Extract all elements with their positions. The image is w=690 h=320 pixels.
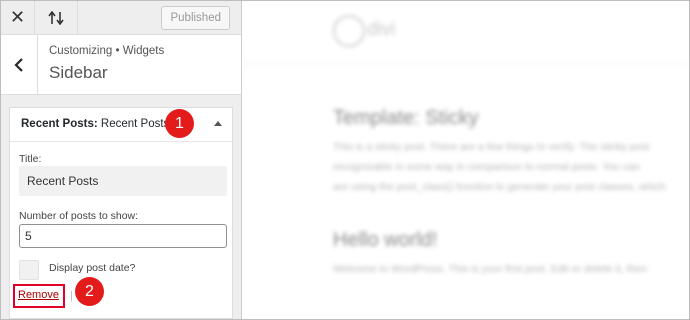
section-title: Sidebar <box>49 63 108 82</box>
close-button[interactable]: ✕ <box>1 1 35 34</box>
breadcrumb: Customizing • Widgets <box>49 45 165 57</box>
title-label: Title: <box>19 153 42 165</box>
site-preview[interactable]: divi Template: Sticky This is a sticky p… <box>243 1 689 319</box>
chevron-left-icon <box>14 57 23 72</box>
reorder-button[interactable] <box>34 1 78 34</box>
remove-highlight-box <box>13 284 65 308</box>
widget-header[interactable]: Recent Posts: Recent Posts <box>10 108 232 142</box>
preview-content: divi Template: Sticky This is a sticky p… <box>243 1 689 319</box>
post-excerpt-line: recognizable in some way in comparison t… <box>333 161 641 173</box>
link-separator: | <box>70 290 73 302</box>
post-title: Hello world! <box>333 229 438 251</box>
site-logo-text: divi <box>367 19 396 40</box>
customizer-topbar: ✕ Published <box>1 1 241 35</box>
post-excerpt-line: Welcome to WordPress. This is your first… <box>333 263 647 275</box>
customizer-window: ✕ Published Customizing • Widgets Sideba… <box>0 0 690 320</box>
step-2-badge: 2 <box>75 277 104 306</box>
posts-count-label: Number of posts to show: <box>19 210 139 222</box>
recent-posts-widget: Recent Posts: Recent Posts Title: Number… <box>9 107 233 319</box>
widget-type: Recent Posts <box>21 118 94 130</box>
display-date-checkbox[interactable] <box>19 260 39 280</box>
step-1-badge: 1 <box>165 109 194 138</box>
post-excerpt-line: are using the post_class() function to g… <box>333 181 666 193</box>
customizer-sidebar: ✕ Published Customizing • Widgets Sideba… <box>1 1 242 319</box>
section-header: Customizing • Widgets Sidebar <box>1 35 241 95</box>
post-excerpt-line: This is a sticky post. There are a few t… <box>333 141 650 153</box>
posts-count-input[interactable] <box>19 224 227 248</box>
site-header: divi <box>243 1 689 64</box>
back-button[interactable] <box>1 35 38 94</box>
display-date-label: Display post date? <box>49 262 136 274</box>
collapse-caret-icon[interactable] <box>214 121 222 126</box>
widget-instance-title: Recent Posts <box>100 118 170 130</box>
close-icon: ✕ <box>9 7 26 27</box>
widget-title: Recent Posts: Recent Posts <box>21 118 170 130</box>
reorder-icon <box>47 10 64 25</box>
post-title: Template: Sticky <box>333 107 479 129</box>
published-button[interactable]: Published <box>161 6 230 30</box>
divi-logo-icon <box>333 15 365 47</box>
title-input[interactable] <box>19 166 227 196</box>
